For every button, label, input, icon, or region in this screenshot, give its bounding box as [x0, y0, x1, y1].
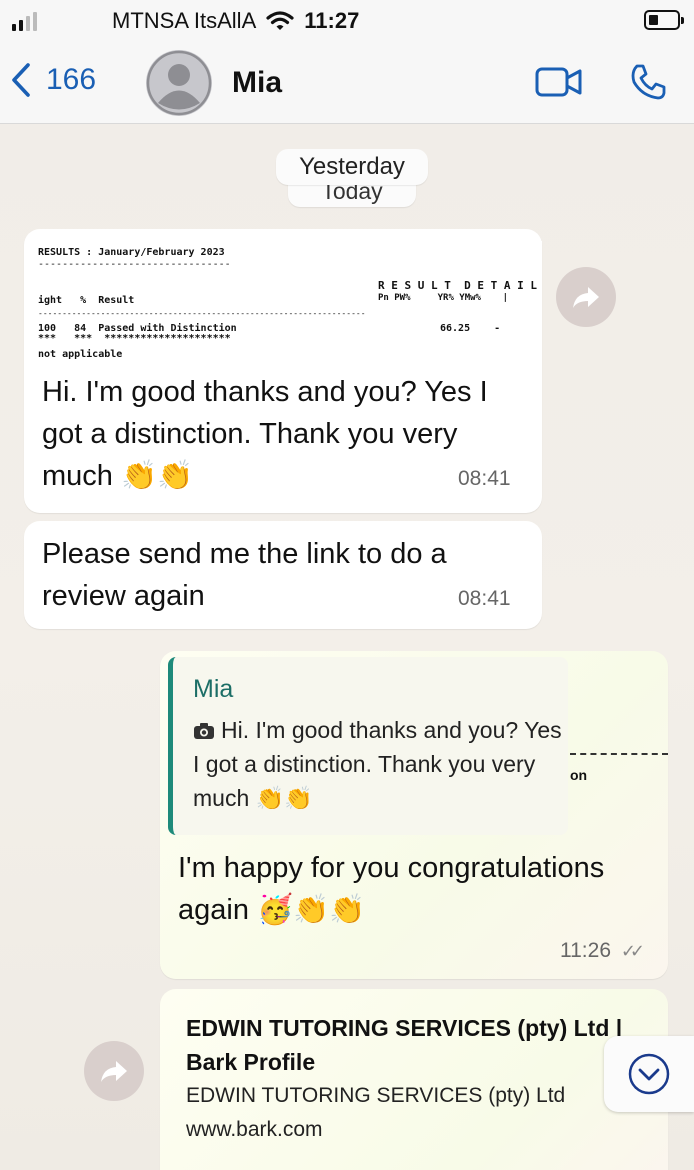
date-divider-yesterday-label: Yesterday: [299, 153, 405, 180]
message-time: 08:41: [458, 587, 511, 610]
video-camera-icon[interactable]: [534, 64, 584, 100]
forward-arrow-icon: [573, 287, 599, 308]
outgoing-link-message[interactable]: EDWIN TUTORING SERVICES (pty) Ltd | Bark…: [160, 989, 668, 1170]
results-line: Pn PW% YR% YMw% |: [378, 293, 509, 303]
quoted-author: Mia: [193, 675, 234, 703]
quoted-image-preview: [570, 753, 668, 755]
chevron-down-icon: [628, 1053, 670, 1095]
message-time-label: 11:26: [560, 939, 611, 962]
camera-icon: [194, 723, 214, 739]
incoming-message-image[interactable]: RESULTS : January/February 2023 --------…: [24, 229, 542, 513]
scroll-to-bottom-button[interactable]: [604, 1036, 694, 1112]
link-title[interactable]: EDWIN TUTORING SERVICES (pty) Ltd | Bark…: [186, 1011, 656, 1079]
read-receipt-icon: ✓✓: [620, 941, 645, 961]
avatar[interactable]: [146, 50, 212, 116]
contact-name[interactable]: Mia: [232, 66, 282, 100]
quoted-text: Hi. I'm good thanks and you? Yes I got a…: [193, 713, 563, 815]
forward-button[interactable]: [84, 1041, 144, 1101]
message-time: 08:41: [458, 467, 511, 490]
incoming-message[interactable]: Please send me the link to do a review a…: [24, 521, 542, 629]
link-description: EDWIN TUTORING SERVICES (pty) Ltd: [186, 1084, 566, 1107]
outgoing-message-reply[interactable]: Mia Hi. I'm good thanks and you? Yes I g…: [160, 651, 668, 979]
person-icon: [146, 50, 212, 116]
message-text: Hi. I'm good thanks and you? Yes I got a…: [42, 376, 488, 492]
results-line: ight % Result: [38, 295, 135, 306]
carrier-info: MTNSA ItsAllA 11:27: [112, 8, 359, 34]
message-time: 11:26 ✓✓: [560, 939, 645, 963]
link-url[interactable]: www.bark.com: [186, 1113, 656, 1147]
phone-icon[interactable]: [628, 62, 668, 102]
results-line: not applicable: [38, 349, 123, 360]
back-button[interactable]: 166: [10, 62, 96, 98]
quoted-text-body: Hi. I'm good thanks and you? Yes I got a…: [193, 717, 562, 811]
chat-header: 166 Mia: [0, 42, 694, 124]
results-line: RESULTS : January/February 2023: [38, 247, 225, 258]
message-text: I'm happy for you congratulations again …: [178, 852, 605, 926]
link-preview[interactable]: EDWIN TUTORING SERVICES (pty) Ltd | Bark…: [186, 1011, 656, 1147]
quoted-message[interactable]: Mia Hi. I'm good thanks and you? Yes I g…: [168, 657, 568, 835]
results-line: ----------------------------------------…: [38, 309, 366, 318]
carrier-name: MTNSA ItsAllA: [112, 8, 257, 33]
chat-area[interactable]: Today Yesterday RESULTS : January/Februa…: [0, 125, 694, 1170]
forward-arrow-icon: [101, 1061, 127, 1082]
chevron-left-icon: [12, 63, 30, 97]
results-line: --------------------------------: [38, 259, 231, 270]
results-line: R E S U L T D E T A I L: [378, 279, 537, 292]
battery-icon: [644, 10, 684, 30]
status-bar: MTNSA ItsAllA 11:27: [0, 0, 694, 42]
message-text: Please send me the link to do a review a…: [42, 538, 447, 612]
results-line: *** *** *********************: [38, 333, 231, 344]
results-line: 66.25 -: [440, 323, 501, 334]
date-divider-yesterday: Yesterday: [276, 149, 428, 185]
wifi-icon: [266, 11, 294, 30]
forward-button[interactable]: [556, 267, 616, 327]
quoted-image-fragment: on: [570, 767, 588, 783]
back-unread-count: 166: [46, 63, 97, 96]
results-image[interactable]: RESULTS : January/February 2023 --------…: [36, 241, 542, 361]
status-time: 11:27: [304, 8, 360, 33]
signal-strength-icon: [12, 12, 37, 31]
